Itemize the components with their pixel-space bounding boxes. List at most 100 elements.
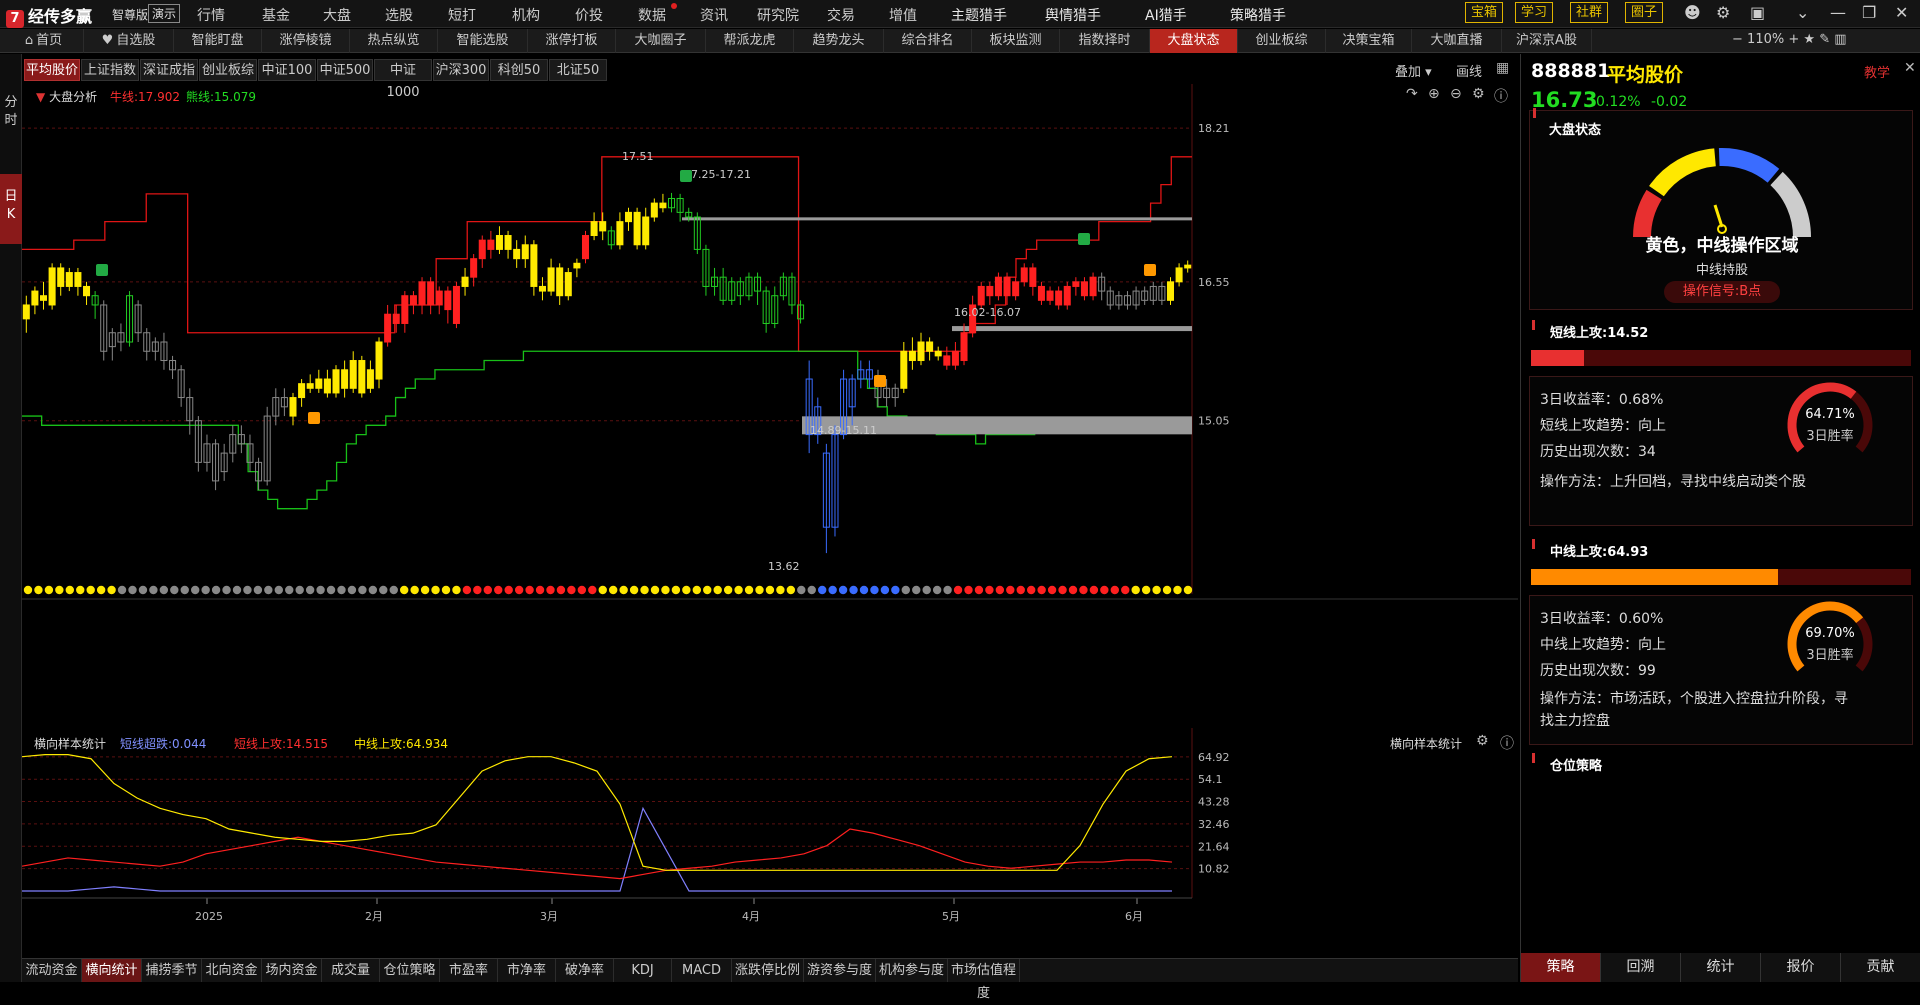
sample-statistics-chart[interactable]: 64.92 54.1 43.28 32.46 21.64 10.82 2025 2月 3月 4月 5… — [22, 728, 1518, 960]
indicator-tab-12[interactable]: 涨跌停比例 — [732, 959, 804, 982]
nav-tab-0[interactable]: ⌂ 首页 — [4, 29, 84, 53]
menu-value[interactable]: 价投 — [575, 5, 603, 25]
indicator-tab-9[interactable]: 破净率 — [556, 959, 614, 982]
menu-theme-hunter[interactable]: 主题猎手 — [951, 5, 1007, 25]
learn-button[interactable]: 学习 — [1515, 2, 1554, 23]
candle-body — [504, 235, 512, 250]
layout-grid-icon[interactable]: ▦ — [1496, 60, 1509, 76]
zoom-control[interactable]: − 110% + ★ ✎ ▥ — [1732, 32, 1847, 47]
user-icon[interactable]: ☻ — [1684, 3, 1701, 22]
treasure-button[interactable]: 宝箱 — [1465, 2, 1504, 23]
nav-tab-7[interactable]: 大咖圈子 — [616, 29, 706, 53]
menu-strategy-hunter[interactable]: 策略猎手 — [1230, 5, 1286, 25]
community-button[interactable]: 社群 — [1570, 2, 1609, 23]
tab-intraday[interactable]: 分 时 — [0, 94, 22, 134]
index-tab-9[interactable]: 北证50 — [549, 59, 607, 81]
nav-tab-11[interactable]: 板块监测 — [972, 29, 1060, 53]
close-icon[interactable]: ✕ — [1895, 3, 1908, 22]
menu-research[interactable]: 研究院 — [757, 5, 799, 25]
index-tab-4[interactable]: 中证100 — [258, 59, 316, 81]
app-logo[interactable]: 7 经传多赢 — [6, 3, 92, 28]
nav-tab-1[interactable]: ♥ 自选股 — [84, 29, 174, 53]
gauge-needle — [1713, 204, 1724, 228]
star-icon[interactable]: ★ — [1803, 32, 1815, 47]
restore-icon[interactable]: ❐ — [1862, 3, 1876, 22]
index-tab-1[interactable]: 上证指数 — [81, 59, 139, 81]
candle-body — [478, 239, 486, 260]
nav-tab-4[interactable]: 热点纵览 — [350, 29, 438, 53]
nav-tab-17[interactable]: 沪深京A股 — [1502, 29, 1592, 53]
overlay-button[interactable]: 叠加 ▾ — [1395, 61, 1432, 80]
menu-quotes[interactable]: 行情 — [197, 5, 225, 25]
draw-line-button[interactable]: 画线 — [1456, 61, 1482, 80]
panel-tab-2[interactable]: 统计 — [1681, 953, 1761, 982]
index-tab-3[interactable]: 创业板综 — [199, 59, 257, 81]
indicator-tab-1[interactable]: 横向统计 — [82, 959, 142, 982]
nav-tab-8[interactable]: 帮派龙虎 — [706, 29, 794, 53]
more-icon[interactable]: ▥ — [1834, 32, 1846, 47]
index-tab-6[interactable]: 中证1000 — [374, 59, 432, 100]
panel-close-icon[interactable]: ✕ — [1904, 60, 1916, 76]
menu-addon[interactable]: 增值 — [889, 5, 917, 25]
tab-daily-k[interactable]: 日 K — [0, 174, 22, 244]
panel-tab-3[interactable]: 报价 — [1761, 953, 1841, 982]
zoom-out-icon[interactable]: − — [1732, 32, 1743, 47]
index-tab-0[interactable]: 平均股价 — [24, 59, 80, 81]
circle-button[interactable]: 圈子 — [1625, 2, 1664, 23]
menu-trade[interactable]: 交易 — [827, 5, 855, 25]
indicator-tab-10[interactable]: KDJ — [614, 959, 672, 982]
menu-ai-hunter[interactable]: AI猎手 — [1145, 5, 1187, 25]
panel-tab-1[interactable]: 回溯 — [1601, 953, 1681, 982]
nav-tab-14[interactable]: 创业板综 — [1238, 29, 1326, 53]
menu-data[interactable]: 数据 — [638, 5, 666, 25]
nav-tab-13[interactable]: 大盘状态 — [1150, 29, 1238, 53]
nav-tab-2[interactable]: 智能盯盘 — [174, 29, 262, 53]
nav-tab-16[interactable]: 大咖直播 — [1412, 29, 1502, 53]
indicator-tab-3[interactable]: 北向资金 — [202, 959, 262, 982]
demo-badge[interactable]: 演示 — [148, 4, 181, 23]
menu-market[interactable]: 大盘 — [323, 5, 351, 25]
panel-tab-0[interactable]: 策略 — [1521, 953, 1601, 982]
panel-tab-4[interactable]: 贡献 — [1841, 953, 1920, 982]
indicator-tab-7[interactable]: 市盈率 — [440, 959, 498, 982]
indicator-tab-2[interactable]: 捕捞季节 — [142, 959, 202, 982]
nav-tab-12[interactable]: 指数择时 — [1060, 29, 1150, 53]
menu-opinion-hunter[interactable]: 舆情猎手 — [1045, 5, 1101, 25]
nav-tab-10[interactable]: 综合排名 — [884, 29, 972, 53]
nav-tab-6[interactable]: 涨停打板 — [528, 29, 616, 53]
gear-icon[interactable]: ⚙ — [1716, 3, 1730, 22]
menu-short[interactable]: 短打 — [448, 5, 476, 25]
state-dot — [567, 585, 576, 595]
indicator-tab-0[interactable]: 流动资金 — [22, 959, 82, 982]
buy-signal-icon — [874, 375, 886, 387]
chevron-down-icon[interactable]: ⌄ — [1796, 3, 1809, 22]
minimize-icon[interactable]: — — [1830, 3, 1846, 22]
state-dot — [191, 585, 200, 595]
indicator-tab-6[interactable]: 仓位策略 — [380, 959, 440, 982]
indicator-tab-15[interactable]: 市场估值程度 — [948, 959, 1020, 1001]
nav-tab-5[interactable]: 智能选股 — [438, 29, 528, 53]
menu-stock-pick[interactable]: 选股 — [385, 5, 413, 25]
menu-funds[interactable]: 基金 — [262, 5, 290, 25]
nav-tab-3[interactable]: 涨停棱镜 — [262, 29, 350, 53]
indicator-tab-4[interactable]: 场内资金 — [262, 959, 322, 982]
indicator-tab-5[interactable]: 成交量 — [322, 959, 380, 982]
index-tab-7[interactable]: 沪深300 — [433, 59, 489, 81]
main-candlestick-chart[interactable]: 18.21 16.55 15.05 17.51 17.25-17.21 16.02-16.… — [22, 84, 1518, 714]
indicator-tab-8[interactable]: 市净率 — [498, 959, 556, 982]
nav-tab-15[interactable]: 决策宝箱 — [1326, 29, 1412, 53]
zoom-in-icon[interactable]: + — [1788, 32, 1799, 47]
index-tab-5[interactable]: 中证500 — [317, 59, 373, 81]
edit-icon[interactable]: ✎ — [1819, 32, 1830, 47]
index-tab-8[interactable]: 科创50 — [490, 59, 548, 81]
nav-tab-9[interactable]: 趋势龙头 — [794, 29, 884, 53]
short-winrate: 64.71% — [1805, 407, 1855, 422]
menu-news[interactable]: 资讯 — [700, 5, 728, 25]
menu-institution[interactable]: 机构 — [512, 5, 540, 25]
window-icon[interactable]: ▣ — [1750, 3, 1765, 22]
indicator-tab-14[interactable]: 机构参与度 — [876, 959, 948, 982]
tutorial-link[interactable]: 教学 — [1864, 62, 1890, 81]
indicator-tab-13[interactable]: 游资参与度 — [804, 959, 876, 982]
indicator-tab-11[interactable]: MACD — [672, 959, 732, 982]
index-tab-2[interactable]: 深证成指 — [140, 59, 198, 81]
